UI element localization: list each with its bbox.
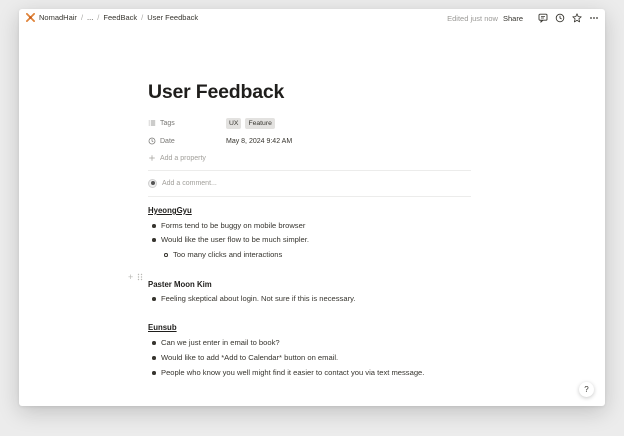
property-date-name: Date [148,137,226,145]
add-block-icon[interactable]: + [128,272,133,282]
divider [148,196,471,197]
property-date-value[interactable]: May 8, 2024 9:42 AM [226,138,292,145]
property-tags-label: Tags [160,119,175,127]
comment-input[interactable]: Add a comment... [148,179,217,188]
star-icon[interactable] [572,13,582,23]
comment-placeholder: Add a comment... [162,180,217,187]
bullet [152,297,156,301]
breadcrumb-workspace[interactable]: NomadHair [39,13,77,22]
list-item[interactable]: Would like the user flow to be much simp… [152,235,310,244]
breadcrumb-separator: / [97,13,100,22]
property-date-label: Date [160,137,175,145]
list-item[interactable]: Would like to add *Add to Calendar* butt… [152,353,339,362]
clock-icon[interactable] [555,13,565,23]
list-item-text: Can we just enter in email to book? [161,338,280,347]
list-item-text: People who know you well might find it e… [161,368,425,377]
list-item-text: Would like to add *Add to Calendar* butt… [161,353,339,362]
edited-status: Edited just now [447,13,498,23]
clock-icon [148,137,156,145]
drag-handle-icon[interactable] [137,273,143,281]
section-heading[interactable]: Eunsub [148,323,177,332]
list-item-text: Would like the user flow to be much simp… [161,235,310,244]
property-tags[interactable]: Tags UX Feature [148,117,473,129]
list-item[interactable]: Too many clicks and interactions [164,250,283,259]
list-item[interactable]: People who know you well might find it e… [152,368,425,377]
list-item-text: Feeling skeptical about login. Not sure … [161,294,356,303]
top-bar: NomadHair / ... / FeedBack / User Feedba… [19,9,605,29]
list-item[interactable]: Forms tend to be buggy on mobile browser [152,221,306,230]
property-date[interactable]: Date May 8, 2024 9:42 AM [148,135,473,147]
list-item-text: Forms tend to be buggy on mobile browser [161,221,306,230]
breadcrumb-separator: / [80,13,84,22]
plus-icon [149,155,155,161]
app-window: NomadHair / ... / FeedBack / User Feedba… [19,9,605,406]
property-tags-name: Tags [148,119,226,127]
bullet [164,253,168,257]
avatar [148,179,157,188]
help-icon: ? [584,385,589,394]
breadcrumb-ellipsis[interactable]: ... [87,13,93,22]
help-button[interactable]: ? [579,382,594,397]
more-icon[interactable] [589,13,599,23]
list-item[interactable]: Feeling skeptical about login. Not sure … [152,294,356,303]
breadcrumb-current[interactable]: User Feedback [147,13,198,22]
comment-icon[interactable] [538,13,548,23]
add-property-button[interactable]: Add a property [148,152,473,164]
breadcrumb-separator: / [141,13,144,22]
bullet [152,371,156,375]
bullet [152,356,156,360]
list-icon [148,120,156,126]
bullet [152,341,156,345]
topbar-actions: Edited just now Share [447,13,599,23]
list-item-text: Too many clicks and interactions [173,250,283,259]
breadcrumb-parent[interactable]: FeedBack [103,13,137,22]
add-property-label: Add a property [160,154,206,162]
tag-feature[interactable]: Feature [245,117,275,129]
bullet [152,224,156,228]
divider [148,170,471,171]
page-title[interactable]: User Feedback [148,81,284,104]
section-heading[interactable]: HyeongGyu [148,206,192,215]
list-item[interactable]: Can we just enter in email to book? [152,338,280,347]
breadcrumb: NomadHair / ... / FeedBack / User Feedba… [26,13,198,22]
tag-ux[interactable]: UX [226,117,242,129]
bullet [152,238,156,242]
share-button[interactable]: Share [503,14,523,23]
workspace-logo-icon [26,13,35,22]
section-heading[interactable]: Paster Moon Kim [148,280,212,289]
block-controls: + [128,272,143,282]
add-property: Add a property [148,154,226,162]
